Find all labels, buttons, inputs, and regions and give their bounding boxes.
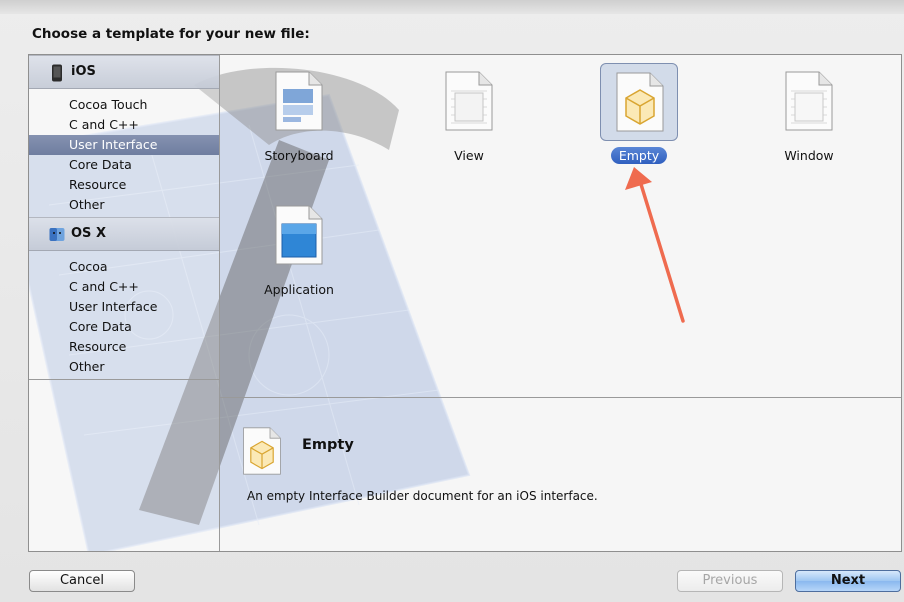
cancel-button[interactable]: Cancel — [29, 570, 135, 592]
iphone-icon — [52, 64, 62, 82]
template-window[interactable]: Window — [754, 63, 864, 164]
window-file-icon — [785, 71, 833, 131]
template-label: Application — [264, 282, 334, 297]
sidebar-item-other[interactable]: Other — [29, 195, 219, 215]
template-label: Storyboard — [264, 148, 334, 163]
template-application[interactable]: Application — [244, 197, 354, 298]
template-category-sidebar: iOS Cocoa Touch C and C++ User Interface… — [29, 55, 220, 551]
empty-file-icon — [243, 427, 281, 475]
template-view[interactable]: View — [414, 63, 524, 164]
next-button[interactable]: Next — [795, 570, 901, 592]
template-storyboard[interactable]: Storyboard — [244, 63, 354, 164]
sidebar-item-cocoa-touch[interactable]: Cocoa Touch — [29, 95, 219, 115]
template-empty[interactable]: Empty — [584, 63, 694, 164]
detail-title: Empty — [302, 437, 354, 453]
template-label: View — [454, 148, 484, 163]
previous-button[interactable]: Previous — [677, 570, 783, 592]
sidebar-item-core-data[interactable]: Core Data — [29, 155, 219, 175]
sidebar-divider — [29, 379, 219, 380]
sidebar-group-ios: iOS — [29, 55, 219, 89]
sidebar-group-label: iOS — [71, 64, 96, 79]
sidebar-group-osx: OS X — [29, 217, 219, 251]
storyboard-file-icon — [275, 71, 323, 131]
sidebar-item-user-interface[interactable]: User Interface — [29, 297, 219, 317]
title-bar-strip — [0, 0, 904, 14]
template-chooser-panel: iOS Cocoa Touch C and C++ User Interface… — [28, 54, 902, 552]
template-label: Empty — [610, 147, 668, 164]
sidebar-item-user-interface[interactable]: User Interface — [29, 135, 219, 155]
dialog-heading: Choose a template for your new file: — [32, 26, 310, 42]
sidebar-item-cocoa[interactable]: Cocoa — [29, 257, 219, 277]
application-file-icon — [275, 205, 323, 265]
finder-icon — [49, 228, 65, 241]
empty-file-icon — [616, 72, 664, 132]
view-file-icon — [445, 71, 493, 131]
detail-divider — [219, 397, 901, 398]
sidebar-item-core-data[interactable]: Core Data — [29, 317, 219, 337]
sidebar-item-other[interactable]: Other — [29, 357, 219, 377]
detail-description: An empty Interface Builder document for … — [247, 489, 598, 503]
template-label: Window — [784, 148, 834, 163]
sidebar-item-c-and-cpp[interactable]: C and C++ — [29, 115, 219, 135]
sidebar-item-resource[interactable]: Resource — [29, 175, 219, 195]
sidebar-group-label: OS X — [71, 226, 106, 241]
sidebar-item-c-and-cpp[interactable]: C and C++ — [29, 277, 219, 297]
sidebar-item-resource[interactable]: Resource — [29, 337, 219, 357]
